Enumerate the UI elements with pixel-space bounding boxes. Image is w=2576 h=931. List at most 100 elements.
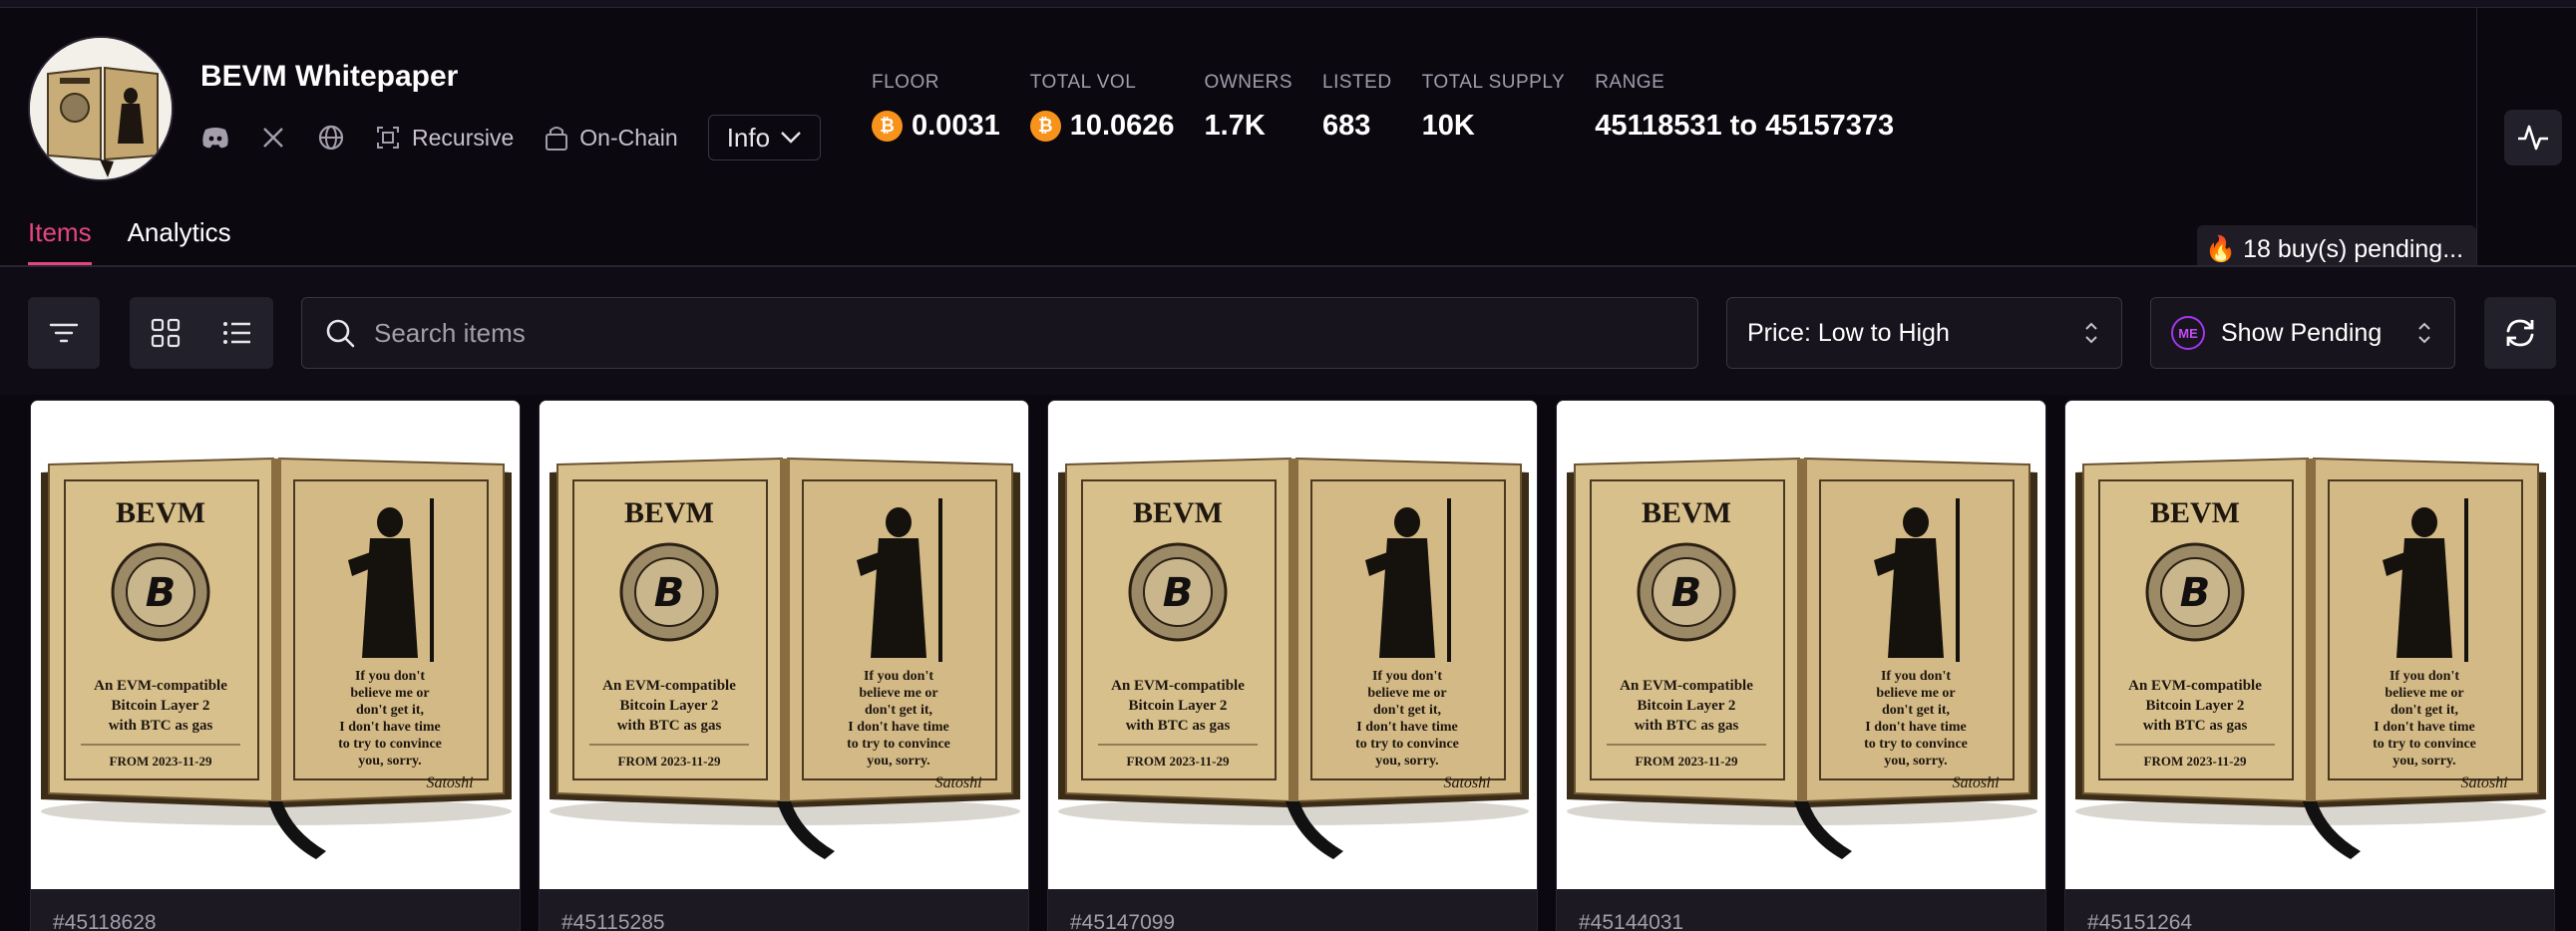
item-id: #45118628 [53,911,157,931]
book-right-line: to try to convince [338,737,442,752]
book-illustration: BEVM B An EVM-compatible Bitcoin Layer 2 wit… [31,401,520,889]
book-right-line: to try to convince [847,737,950,752]
stat-total-vol: TOTAL VOL ₿ 10.0626 [1029,72,1175,146]
list-view-icon [223,322,250,344]
book-right-line: you, sorry. [1884,754,1947,769]
book-signature: Satoshi [1443,775,1490,791]
tab-analytics[interactable]: Analytics [128,217,231,265]
discord-icon[interactable] [200,123,230,153]
book-right-line: believe me or [350,686,429,701]
grid-view-button[interactable] [130,297,201,369]
info-label: Info [726,122,771,153]
collection-header: BEVM Whitepaper Recursive On-Chain Info … [0,8,2576,273]
activity-button[interactable] [2504,110,2562,165]
book-title: BEVM [2150,496,2240,529]
book-right-line: If you don't [355,669,425,684]
book-signature: Satoshi [2460,775,2507,791]
stat-value: 0.0031 [912,109,1000,142]
book-right-line: you, sorry. [2392,754,2455,769]
item-card[interactable]: BEVM B An EVM-compatible Bitcoin Layer 2 wit… [30,400,521,931]
book-illustration: BEVM B An EVM-compatible Bitcoin Layer 2 wit… [1048,401,1537,889]
item-card[interactable]: BEVM B An EVM-compatible Bitcoin Layer 2 wit… [2064,400,2555,931]
book-left-line: An EVM-compatible [2128,678,2262,694]
book-left-line: An EVM-compatible [1111,678,1245,694]
book-left-line: An EVM-compatible [602,678,736,694]
collection-name: BEVM Whitepaper [200,60,459,93]
search-icon [326,319,355,348]
book-left-line: Bitcoin Layer 2 [112,698,210,714]
bevm-logo-icon: B [2180,570,2211,616]
magic-eden-logo-icon: ME [2171,316,2205,350]
info-dropdown[interactable]: Info [707,115,822,160]
book-right-line: to try to convince [1864,737,1968,752]
recursive-label: Recursive [412,124,515,151]
onchain-label: On-Chain [579,124,678,151]
x-icon[interactable] [258,123,288,153]
list-view-button[interactable] [201,297,273,369]
book-right-line: I don't have time [1865,720,1967,735]
stat-total-supply: TOTAL SUPPLY 10K [1422,72,1566,146]
book-right-line: believe me or [859,686,937,701]
book-title: BEVM [624,496,714,529]
book-right-line: don't get it, [356,703,424,718]
book-right-line: If you don't [2390,669,2459,684]
book-left-line: with BTC as gas [1635,718,1739,734]
stat-label: FLOOR [872,72,939,93]
stat-label: LISTED [1322,72,1392,93]
pending-filter-select[interactable]: ME Show Pending [2150,297,2455,369]
globe-icon[interactable] [316,123,346,153]
item-card[interactable]: BEVM B An EVM-compatible Bitcoin Layer 2 wit… [1556,400,2046,931]
item-image: BEVM B An EVM-compatible Bitcoin Layer 2 wit… [31,401,520,889]
grid-view-icon [151,318,181,348]
top-bar [0,0,2576,8]
item-image: BEVM B An EVM-compatible Bitcoin Layer 2 wit… [2065,401,2554,889]
recursive-badge: Recursive [374,124,514,152]
stat-label: RANGE [1595,72,1665,93]
stat-owners: OWNERS 1.7K [1205,72,1293,146]
collection-stats: FLOOR ₿ 0.0031 TOTAL VOL ₿ 10.0626 OWNERS … [872,72,1924,146]
book-left-line: with BTC as gas [1126,718,1231,734]
book-right-line: to try to convince [1355,737,1459,752]
book-illustration: BEVM B An EVM-compatible Bitcoin Layer 2 wit… [1557,401,2045,889]
sort-value: Price: Low to High [1747,318,1950,347]
refresh-button[interactable] [2484,297,2556,369]
book-right-line: you, sorry. [867,754,929,769]
stat-label: OWNERS [1204,72,1293,93]
book-date: FROM 2023-11-29 [1636,754,1738,769]
book-left-line: An EVM-compatible [1620,678,1753,694]
book-right-line: I don't have time [2374,720,2475,735]
item-card[interactable]: BEVM B An EVM-compatible Bitcoin Layer 2 wit… [539,400,1029,931]
filter-button[interactable] [28,297,100,369]
stat-value: 683 [1322,109,1371,142]
book-right-line: don't get it, [865,703,932,718]
stat-listed: LISTED 683 [1322,72,1392,146]
book-illustration: BEVM B An EVM-compatible Bitcoin Layer 2 wit… [540,401,1028,889]
book-left-line: with BTC as gas [617,718,722,734]
btc-icon: ₿ [872,110,903,142]
pending-filter-value: Show Pending [2221,318,2383,347]
book-right-line: you, sorry. [358,754,421,769]
book-left-line: with BTC as gas [109,718,213,734]
stat-value: 1.7K [1204,109,1266,142]
stat-floor: FLOOR ₿ 0.0031 [872,72,1000,146]
book-left-line: Bitcoin Layer 2 [620,698,719,714]
book-signature: Satoshi [934,775,981,791]
book-left-line: with BTC as gas [2143,718,2248,734]
book-right-line: believe me or [1876,686,1955,701]
item-card[interactable]: BEVM B An EVM-compatible Bitcoin Layer 2 wit… [1047,400,1538,931]
book-left-line: Bitcoin Layer 2 [1129,698,1228,714]
chevron-down-icon [781,132,801,144]
search-input[interactable] [374,317,1571,349]
book-date: FROM 2023-11-29 [2144,754,2247,769]
item-id: #45151264 [2087,911,2193,931]
book-right-line: I don't have time [339,720,441,735]
stat-value: 10K [1421,109,1475,142]
item-image: BEVM B An EVM-compatible Bitcoin Layer 2 wit… [540,401,1028,889]
tab-items[interactable]: Items [28,217,92,265]
sort-select[interactable]: Price: Low to High [1726,297,2122,369]
book-left-line: Bitcoin Layer 2 [1638,698,1736,714]
book-date: FROM 2023-11-29 [618,754,721,769]
book-title: BEVM [1642,496,1731,529]
book-right-line: If you don't [864,669,933,684]
book-right-line: I don't have time [1356,720,1458,735]
